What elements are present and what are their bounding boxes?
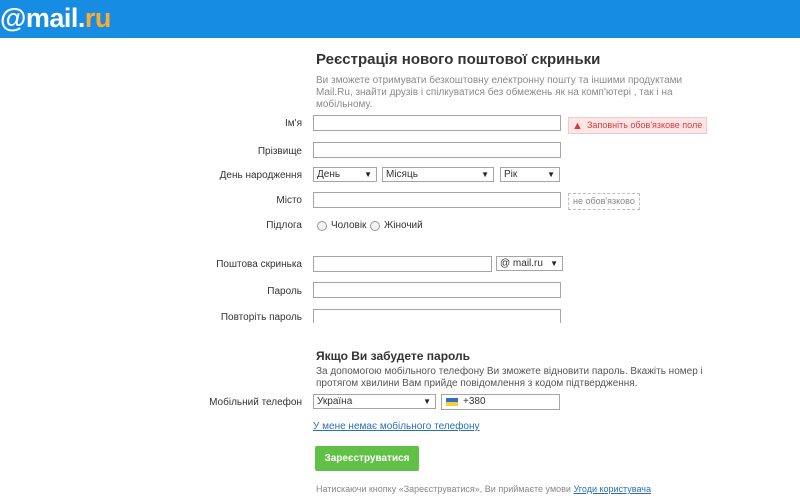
first-name-input[interactable] [313, 115, 561, 131]
city-label: Місто [276, 195, 302, 206]
chevron-down-icon: ▼ [547, 170, 555, 179]
month-select-value: Місяць [386, 169, 418, 180]
day-select[interactable]: День ▼ [313, 167, 377, 182]
chevron-down-icon: ▼ [481, 170, 489, 179]
gender-label: Підлога [266, 220, 302, 231]
city-input[interactable] [313, 192, 561, 208]
password-input[interactable] [313, 282, 561, 298]
page-title: Реєстрація нового поштової скриньки [316, 51, 601, 68]
gender-male-label[interactable]: Чоловік [331, 220, 366, 231]
warning-icon: ▲ [572, 120, 583, 132]
repeat-password-label: Повторіть пароль [220, 312, 302, 323]
recovery-title: Якщо Ви забудете пароль [316, 349, 471, 363]
first-name-label: Ім'я [285, 118, 302, 129]
phone-label: Мобільний телефон [209, 397, 302, 408]
chevron-down-icon: ▼ [423, 397, 431, 406]
last-name-input[interactable] [313, 142, 561, 158]
recovery-description: За допомогою мобільного телефону Ви змож… [316, 366, 703, 389]
logo-mail: mail [25, 3, 79, 33]
no-phone-link[interactable]: У мене немає мобільного телефону [313, 421, 480, 432]
required-error-tooltip: ▲ Заповніть обов'язкове поле [568, 117, 708, 134]
year-select-value: Рік [504, 169, 518, 180]
repeat-password-input[interactable] [313, 309, 561, 323]
required-error-text: Заповніть обов'язкове поле [587, 120, 703, 130]
mailbox-label: Поштова скринька [216, 259, 302, 270]
mailru-logo[interactable]: @mail.ru [0, 3, 111, 33]
domain-select-value: @ mail.ru [500, 258, 543, 269]
ukraine-flag-icon [446, 398, 458, 406]
chevron-down-icon: ▼ [364, 170, 372, 179]
country-select-value: Україна [317, 396, 353, 407]
page-subtitle: Ви зможете отримувати безкоштовну електр… [316, 75, 683, 110]
phone-code: +380 [463, 396, 486, 407]
gender-female-radio[interactable] [370, 221, 380, 231]
password-label: Пароль [267, 286, 302, 297]
domain-select[interactable]: @ mail.ru ▼ [496, 256, 563, 271]
terms-text-body: Натискаючи кнопку «Зареєструватися», Ви … [316, 484, 571, 494]
gender-male-radio[interactable] [317, 221, 327, 231]
register-button[interactable]: Зареєструватися [315, 446, 419, 471]
terms-link[interactable]: Угоди користувача [573, 484, 650, 494]
year-select[interactable]: Рік ▼ [500, 167, 560, 182]
last-name-label: Прізвище [257, 146, 302, 157]
logo-at: @ [0, 3, 26, 33]
day-select-value: День [317, 169, 341, 180]
birthday-label: День народження [219, 170, 302, 181]
optional-hint: не обов'язково [568, 193, 640, 210]
chevron-down-icon: ▼ [550, 259, 558, 268]
top-bar: @mail.ru [0, 0, 800, 38]
terms-text: Натискаючи кнопку «Зареєструватися», Ви … [316, 484, 651, 494]
gender-female-label[interactable]: Жіночий [384, 220, 423, 231]
phone-input[interactable]: +380 [441, 394, 560, 410]
logo-ru: ru [84, 3, 112, 33]
logo-dot: . [77, 3, 86, 33]
mailbox-input[interactable] [313, 256, 492, 272]
country-select[interactable]: Україна ▼ [313, 394, 436, 409]
month-select[interactable]: Місяць ▼ [382, 167, 494, 182]
